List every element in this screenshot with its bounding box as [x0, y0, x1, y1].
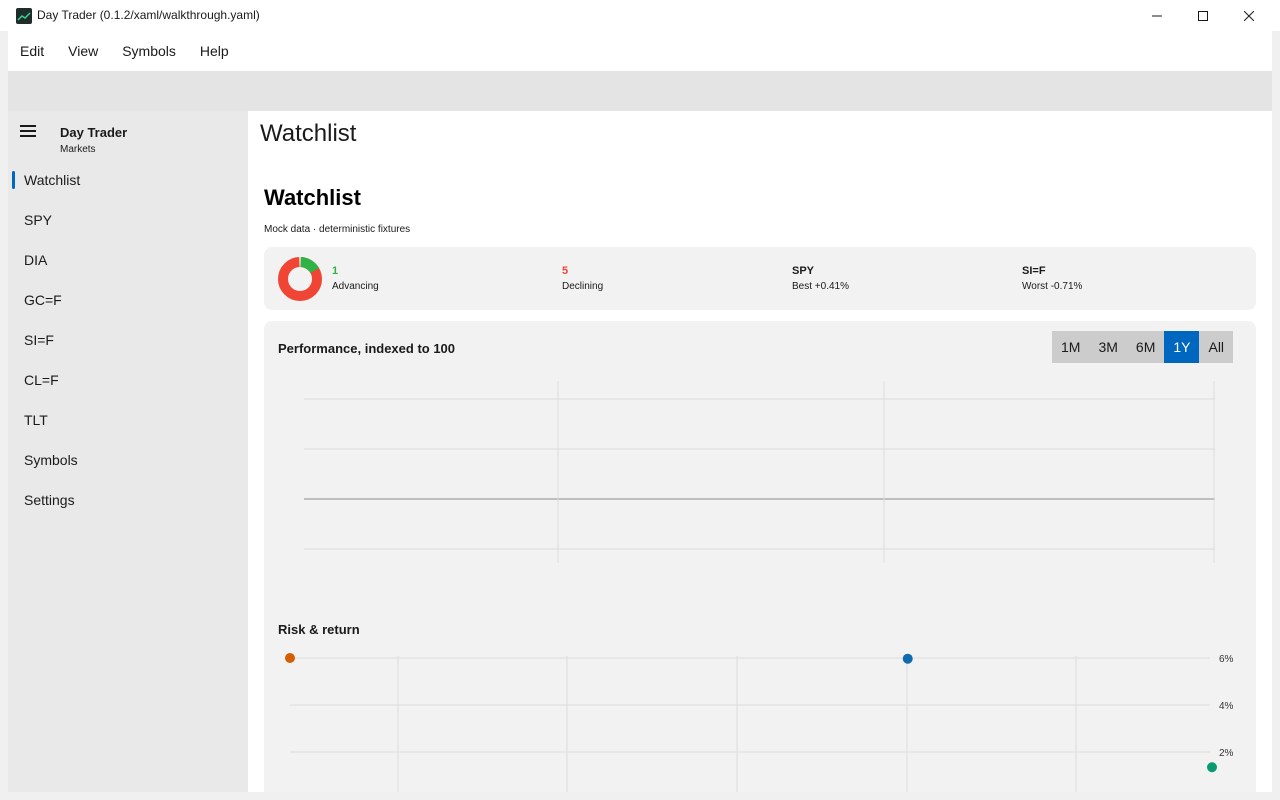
stat-best: SPY Best +0.41% — [792, 265, 849, 292]
declining-label: Declining — [562, 281, 604, 292]
risk-title: Risk & return — [278, 622, 360, 637]
stat-worst: SI=F Worst -0.71% — [1022, 265, 1082, 292]
main-content: Watchlist Watchlist Mock data · determin… — [248, 111, 1272, 792]
stat-advancing: 1 Advancing — [332, 265, 379, 292]
maximize-icon — [1198, 10, 1208, 21]
range-6m-button[interactable]: 6M — [1126, 331, 1165, 363]
risk-return-chart: 6% 4% 2% — [285, 653, 1234, 792]
sidebar-item-gold[interactable]: GC=F — [8, 280, 248, 320]
sidebar-item-silver[interactable]: SI=F — [8, 320, 248, 360]
sidebar-item-symbols[interactable]: Symbols — [8, 440, 248, 480]
section-title: Watchlist — [264, 185, 361, 210]
toolbar-strip — [8, 71, 1272, 111]
section-subtitle: Mock data · deterministic fixtures — [264, 224, 411, 235]
sidebar-item-tlt[interactable]: TLT — [8, 400, 248, 440]
declining-count: 5 — [562, 265, 569, 277]
title-bar: Day Trader (0.1.2/xaml/walkthrough.yaml) — [0, 0, 1280, 31]
app-icon — [16, 8, 32, 24]
best-label: Best +0.41% — [792, 281, 849, 292]
menu-bar: Edit View Symbols Help — [8, 31, 1272, 71]
sidebar-nav: Watchlist SPY DIA GC=F SI=F CL=F TLT Sym… — [8, 160, 248, 520]
window-title: Day Trader (0.1.2/xaml/walkthrough.yaml) — [37, 8, 260, 22]
page-title: Watchlist — [260, 120, 357, 147]
worst-symbol: SI=F — [1022, 265, 1046, 277]
advance-decline-donut — [278, 257, 322, 301]
menu-view[interactable]: View — [56, 31, 110, 71]
sidebar: Day Trader Markets Watchlist SPY DIA GC=… — [8, 111, 248, 792]
brand-name: Day Trader — [60, 125, 128, 140]
brand-subtitle: Markets — [60, 144, 96, 155]
brand: Day Trader Markets — [60, 125, 127, 155]
maximize-button[interactable] — [1180, 0, 1226, 31]
range-1y-button[interactable]: 1Y — [1164, 331, 1200, 363]
menu-edit[interactable]: Edit — [8, 31, 56, 71]
scatter-point — [285, 653, 295, 663]
advancing-label: Advancing — [332, 281, 379, 292]
menu-symbols[interactable]: Symbols — [110, 31, 188, 71]
menu-help[interactable]: Help — [188, 31, 241, 71]
y-tick-label: 4% — [1219, 701, 1234, 712]
range-3m-button[interactable]: 3M — [1089, 331, 1127, 363]
stat-declining: 5 Declining — [562, 265, 603, 292]
sidebar-item-watchlist[interactable]: Watchlist — [8, 160, 248, 200]
sidebar-item-settings[interactable]: Settings — [8, 480, 248, 520]
range-1m-button[interactable]: 1M — [1052, 331, 1090, 363]
minimize-icon — [1152, 15, 1162, 16]
close-icon — [1244, 10, 1254, 21]
sidebar-item-crude[interactable]: CL=F — [8, 360, 248, 400]
advancing-count: 1 — [332, 265, 339, 277]
best-symbol: SPY — [792, 265, 815, 277]
charts-card: Performance, indexed to 100 1M 3M 6M 1Y … — [264, 321, 1256, 792]
y-tick-label: 6% — [1219, 654, 1234, 665]
performance-chart — [304, 381, 1215, 563]
minimize-button[interactable] — [1134, 0, 1180, 31]
sidebar-item-dia[interactable]: DIA — [8, 240, 248, 280]
scatter-point — [902, 653, 913, 664]
range-all-button[interactable]: All — [1199, 331, 1234, 363]
hamburger-menu-icon[interactable] — [20, 125, 36, 137]
y-tick-label: 2% — [1219, 748, 1234, 759]
close-button[interactable] — [1226, 0, 1272, 31]
sidebar-item-spy[interactable]: SPY — [8, 200, 248, 240]
worst-label: Worst -0.71% — [1022, 281, 1083, 292]
scatter-point — [1207, 762, 1217, 773]
performance-title: Performance, indexed to 100 — [278, 341, 456, 356]
summary-card: 1 Advancing 5 Declining SPY Best +0.41% … — [264, 247, 1256, 310]
range-selector: 1M 3M 6M 1Y All — [1052, 331, 1234, 363]
